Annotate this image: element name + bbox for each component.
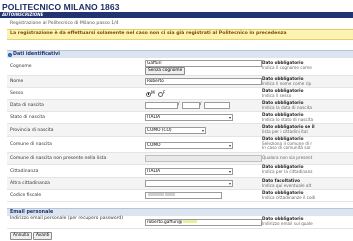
date-separator: /: [178, 102, 180, 107]
cognome-input[interactable]: Gaffuri: [145, 60, 262, 67]
row-email: Indirizzo email personale (per recupero …: [7, 216, 353, 229]
section-email-title: Email personale: [10, 210, 54, 215]
city-not-listed-label: Comune di nascita non presente nella lis…: [10, 156, 107, 161]
step-indicator: Registrazione al Politecnico di Milano p…: [10, 21, 119, 26]
section-identity: i Dati identificativi: [7, 50, 353, 58]
institution-title: POLITECNICO MILANO 1863: [2, 2, 120, 12]
row-comune-nascita: Comune di nascita COMO Dato obbligatorio…: [7, 136, 353, 153]
nome-input[interactable]: Roberto: [145, 78, 262, 85]
header-subtitle: AUTOINSCRIZIONE: [2, 12, 44, 17]
other-citizenship-label: Altra cittadinanza: [10, 181, 50, 186]
row-cognome: Cognome Gaffuri Senza cognome Dato obbli…: [7, 58, 353, 76]
tax-code-input[interactable]: [145, 192, 222, 199]
info-icon: i: [8, 52, 12, 57]
birth-day-input[interactable]: [145, 102, 178, 109]
section-identity-title: Dati identificativi: [13, 52, 60, 57]
city-not-listed-input[interactable]: [145, 155, 262, 162]
email-label: Indirizzo email personale (per recupero …: [10, 215, 123, 221]
redacted-mask: [183, 220, 198, 223]
birth-country-hint: Dato obbligatorio Indica lo stato di nasc…: [262, 112, 314, 122]
nome-label: Nome: [10, 79, 24, 84]
date-separator: /: [200, 102, 202, 107]
warning-banner: La registrazione è da effettuarsi solame…: [7, 29, 353, 40]
birth-province-label: Provincia di nascita: [10, 128, 54, 133]
citizenship-select[interactable]: ITALIA: [145, 168, 233, 175]
email-input[interactable]: roberto.gaffuri@: [145, 219, 262, 226]
next-button[interactable]: Avanti: [33, 232, 53, 240]
section-personal-email: Email personale: [7, 208, 353, 216]
tax-code-label: Codice fiscale: [10, 193, 42, 198]
sesso-label: Sesso: [10, 91, 24, 96]
row-cittadinanza: Cittadinanza ITALIA Dato obbligatorioInd…: [7, 164, 353, 178]
sex-f-label: F: [163, 90, 166, 96]
cognome-label: Cognome: [10, 64, 32, 69]
birth-month-input[interactable]: [182, 102, 200, 109]
tax-code-hint: Dato obbligatorio Indica cittadinanze il …: [262, 190, 316, 200]
birth-year-input[interactable]: [204, 102, 230, 109]
nome-hint: Dato obbligatorio Indica il nome come rip: [262, 76, 312, 86]
row-nome: Nome Roberto Dato obbligatorio Indica il …: [7, 76, 353, 88]
other-citizenship-select[interactable]: [145, 180, 233, 187]
row-stato-nascita: Stato di nascita ITALIA Dato obbligatori…: [7, 112, 353, 124]
citizenship-hint: Dato obbligatorio Indica per la cittadina…: [262, 164, 313, 174]
email-hint: Dato obbligatorio Indirizzo email sul qua…: [262, 216, 313, 226]
row-sesso: Sesso M F Dato obbligatorio Indica il ses…: [7, 88, 353, 100]
row-codice-fiscale: Codice fiscale Dato obbligatorio Indica c…: [7, 190, 353, 202]
row-data-nascita: Data di nascita / / Dato obbligatorio Ind…: [7, 100, 353, 112]
birth-city-label: Comune di nascita: [10, 142, 52, 147]
birth-country-label: Stato di nascita: [10, 115, 46, 120]
cancel-button[interactable]: Annulla: [10, 232, 33, 240]
citizenship-label: Cittadinanza: [10, 169, 39, 174]
city-not-listed-hint: Qualora non sia present: [262, 155, 313, 160]
no-surname-button[interactable]: Senza cognome: [145, 67, 186, 75]
header-bar: AUTOINSCRIZIONE: [0, 12, 353, 18]
birth-province-select[interactable]: COMO (CO): [145, 127, 206, 134]
redacted-mask: [165, 193, 175, 196]
birthdate-hint: Dato obbligatorio Indica la data di nasci…: [262, 100, 312, 110]
row-altra-cittadinanza: Altra cittadinanza Dato facoltativoIndic…: [7, 178, 353, 190]
sesso-hint: Dato obbligatorio Indica il sesso: [262, 88, 304, 98]
sex-m-label: M: [151, 90, 155, 96]
birth-country-select[interactable]: ITALIA: [145, 114, 233, 121]
redacted-mask: [148, 193, 164, 196]
birthdate-label: Data di nascita: [10, 103, 44, 108]
birth-city-select[interactable]: COMO: [145, 142, 233, 149]
birth-city-hint: Dato obbligatorio Seleziona il comune di …: [262, 136, 313, 151]
other-citizenship-hint: Dato facoltativo Indica qui eventuale alt: [262, 178, 312, 188]
birth-province-hint: Dato obbligatorio se il lista per i citta…: [262, 124, 315, 134]
warning-text: La registrazione è da effettuarsi solame…: [10, 31, 287, 36]
cognome-hint: Dato obbligatorio Indica il cognome come: [262, 60, 312, 70]
